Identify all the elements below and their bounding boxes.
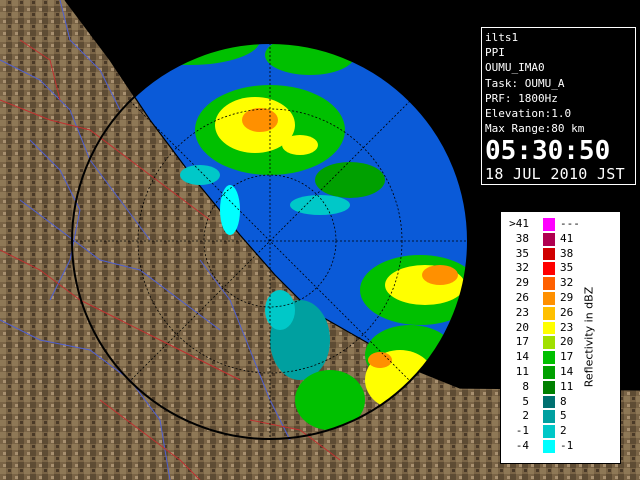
- legend-low-value: 38: [515, 231, 529, 245]
- legend-row: 14 17: [501, 350, 581, 364]
- legend-high-value: 5: [560, 409, 567, 423]
- legend-row: 20 23: [501, 321, 581, 335]
- legend-low-value: 23: [515, 305, 529, 319]
- legend-swatch: [543, 277, 555, 290]
- legend-low-value: 20: [515, 320, 529, 334]
- legend-swatch: [543, 336, 555, 350]
- legend-swatch: [543, 395, 555, 409]
- observation-date: 18 JUL 2010 JST: [485, 165, 625, 184]
- legend-low-value: -1: [515, 424, 529, 438]
- legend-high-value: 20: [560, 335, 574, 349]
- legend-unit: Reflectivity in dBZ: [579, 262, 599, 412]
- elevation-value: Elevation:1.0: [485, 107, 572, 121]
- legend-row: 38 41: [501, 232, 581, 246]
- scan-type: PPI: [485, 46, 505, 60]
- legend-low-value: 17: [515, 335, 529, 349]
- legend-row: 35 38: [501, 247, 581, 261]
- legend-swatch: [543, 351, 555, 364]
- legend-swatch: [543, 306, 555, 320]
- legend-high-value: 26: [560, 305, 574, 319]
- legend-high-value: 2: [560, 424, 567, 438]
- legend-high-value: 8: [560, 394, 567, 408]
- legend-swatch: [543, 218, 555, 231]
- legend-row: 26 29: [501, 291, 581, 305]
- color-legend: >41 --- 38 41 35 38 32 35 29 32 26 29 23 26 20 23 17 20 14…: [500, 211, 621, 464]
- legend-row: 11 14: [501, 365, 581, 379]
- legend-high-value: 32: [560, 276, 574, 290]
- prf-value: PRF: 1800Hz: [485, 91, 558, 105]
- legend-low-value: 2: [522, 409, 529, 423]
- legend-row: -1 2: [501, 424, 581, 438]
- legend-low-value: 35: [515, 246, 529, 260]
- legend-low-value: 26: [515, 291, 529, 304]
- legend-swatch: [543, 425, 555, 438]
- legend-row: 58: [501, 395, 581, 409]
- station-name: ilts1: [485, 31, 519, 44]
- legend-row: 23 26: [501, 306, 581, 320]
- legend-swatch: [543, 440, 555, 453]
- legend-swatch: [543, 247, 555, 261]
- legend-high-value: ---: [560, 217, 580, 230]
- legend-unit-label: Reflectivity in dBZ: [582, 286, 596, 388]
- legend-high-value: 29: [560, 291, 574, 304]
- legend-low-value: 29: [515, 276, 529, 290]
- legend-high-value: 14: [560, 365, 574, 378]
- legend-row: 32 35: [501, 261, 581, 276]
- legend-low-value: 32: [515, 261, 529, 275]
- legend-low-value: 14: [515, 350, 529, 364]
- legend-high-value: 11: [560, 379, 574, 393]
- legend-row: 8 11: [501, 380, 581, 394]
- legend-row: -4 -1: [501, 439, 581, 453]
- legend-high-value: 17: [560, 350, 574, 364]
- legend-high-value: 23: [560, 320, 574, 334]
- task-name: Task: OUMU_A: [485, 76, 565, 90]
- legend-low-value: 8: [522, 379, 529, 393]
- observation-time: 05:30:50: [485, 136, 611, 167]
- legend-high-value: 35: [560, 261, 574, 275]
- legend-low-value: >41: [509, 217, 529, 230]
- legend-swatch: [543, 262, 555, 276]
- info-panel: ilts1 PPI OUMU_IMA0 Task: OUMU_A PRF: 18…: [481, 27, 636, 185]
- legend-high-value: 41: [560, 231, 574, 245]
- legend-high-value: 38: [560, 246, 574, 260]
- legend-swatch: [543, 321, 555, 335]
- max-range-value: Max Range:80 km: [485, 122, 585, 136]
- legend-high-value: -1: [560, 439, 574, 452]
- legend-swatch: [543, 366, 555, 379]
- legend-row: 17 20: [501, 335, 581, 350]
- legend-low-value: -4: [515, 439, 529, 452]
- legend-low-value: 5: [522, 394, 529, 408]
- product-name: OUMU_IMA0: [485, 61, 545, 75]
- legend-swatch: [543, 292, 555, 305]
- legend-swatch: [543, 380, 555, 394]
- legend-row: >41 ---: [501, 217, 581, 231]
- legend-swatch: [543, 232, 555, 246]
- legend-swatch: [543, 410, 555, 424]
- legend-row: 29 32: [501, 276, 581, 290]
- legend-low-value: 11: [515, 365, 529, 378]
- legend-row: 25: [501, 409, 581, 424]
